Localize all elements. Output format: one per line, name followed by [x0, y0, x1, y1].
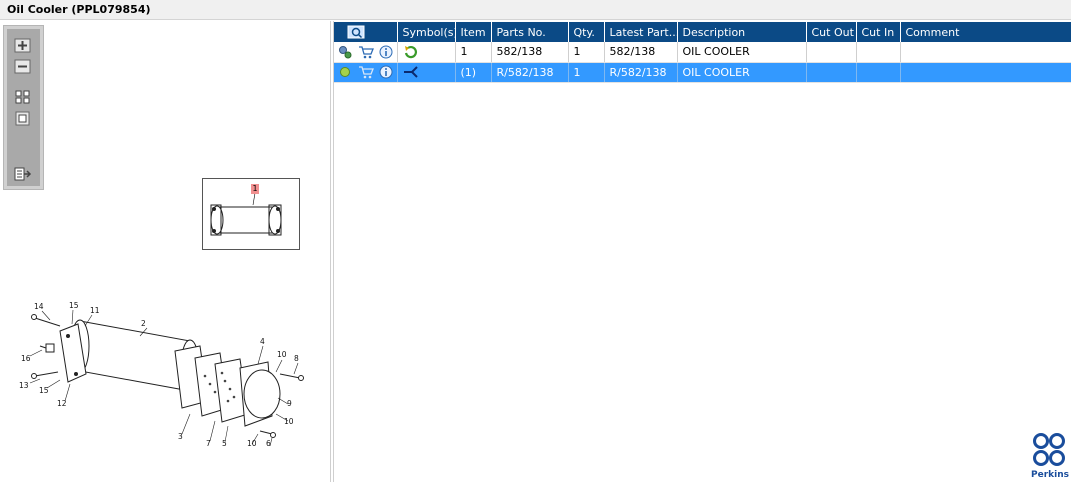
callout-label[interactable]: 10 — [284, 417, 294, 426]
thumbnail-callout[interactable]: 1 — [251, 184, 259, 194]
column-header-cut-in[interactable]: Cut In — [856, 22, 901, 42]
callout-label[interactable]: 8 — [294, 354, 299, 363]
row-cut-in — [856, 62, 901, 83]
column-header-cut-out[interactable]: Cut Out — [806, 22, 857, 42]
export-icon — [14, 167, 32, 181]
callout-label[interactable]: 16 — [21, 354, 31, 363]
row-qty: 1 — [568, 42, 605, 63]
cart-icon[interactable] — [358, 45, 374, 59]
row-comment — [900, 62, 1071, 83]
row-parts-no: R/582/138 — [491, 62, 569, 83]
callout-label[interactable]: 5 — [222, 439, 227, 446]
cart-icon[interactable] — [358, 65, 374, 79]
row-item: (1) — [455, 62, 492, 83]
info-icon[interactable] — [379, 65, 393, 79]
table-row[interactable]: 1 582/138 1 582/138 OIL COOLER — [334, 42, 1071, 63]
view-details-icon — [347, 25, 365, 39]
status-icon[interactable] — [338, 65, 352, 79]
callout-label[interactable]: 15 — [69, 301, 79, 310]
row-qty: 1 — [568, 62, 605, 83]
row-actions — [334, 62, 398, 83]
row-cut-out — [806, 42, 857, 63]
fit-window-icon — [15, 111, 30, 126]
column-header-description[interactable]: Description — [677, 22, 807, 42]
fit-all-button[interactable] — [14, 89, 32, 105]
callout-label[interactable]: 15 — [39, 386, 49, 395]
callout-label[interactable]: 7 — [206, 439, 211, 446]
callout-label[interactable]: 13 — [19, 381, 29, 390]
callout-label[interactable]: 2 — [141, 319, 146, 328]
column-header-view[interactable] — [334, 22, 398, 42]
row-cut-in — [856, 42, 901, 63]
row-actions — [334, 42, 398, 63]
column-header-parts-no[interactable]: Parts No. — [491, 22, 569, 42]
parts-list-pane: Symbol(s) Item Parts No. Qty. Latest Par… — [333, 21, 1071, 482]
replacement-icon — [403, 66, 418, 78]
info-icon[interactable] — [379, 45, 393, 59]
column-header-item[interactable]: Item — [455, 22, 492, 42]
perkins-logo-text: Perkins — [1031, 470, 1069, 480]
callout-label[interactable]: 10 — [247, 439, 257, 446]
zoom-out-icon — [14, 59, 31, 74]
callout-label[interactable]: 14 — [34, 302, 44, 311]
callout-label[interactable]: 11 — [90, 306, 100, 315]
window-title: Oil Cooler (PPL079854) — [7, 3, 151, 16]
callout-label[interactable]: 4 — [260, 337, 265, 346]
callout-label[interactable]: 6 — [266, 439, 271, 446]
row-item: 1 — [455, 42, 492, 63]
column-header-symbols[interactable]: Symbol(s) — [397, 22, 456, 42]
callout-label[interactable]: 12 — [57, 399, 67, 408]
callout-label[interactable]: 9 — [287, 399, 292, 408]
callout-label[interactable]: 3 — [178, 432, 183, 441]
row-symbols — [397, 42, 456, 63]
view-toolbar — [3, 25, 44, 190]
perkins-logo: Perkins — [1031, 432, 1069, 480]
fit-all-icon — [15, 90, 30, 104]
callout-label[interactable]: 10 — [277, 350, 287, 359]
row-latest-part: 582/138 — [604, 42, 678, 63]
row-parts-no: 582/138 — [491, 42, 569, 63]
row-latest-part: R/582/138 — [604, 62, 678, 83]
table-header-row: Symbol(s) Item Parts No. Qty. Latest Par… — [334, 22, 1071, 42]
zoom-in-button[interactable] — [14, 38, 32, 54]
fit-window-button[interactable] — [14, 111, 32, 127]
exploded-parts-diagram[interactable]: 14 15 11 2 4 10 8 16 13 15 12 3 7 5 10 6… — [10, 276, 310, 446]
diagram-pane[interactable]: 1 14 15 11 2 4 10 8 16 13 15 12 3 7 5 10… — [0, 21, 331, 482]
thumbnail-preview[interactable]: 1 — [202, 178, 300, 250]
parts-table: Symbol(s) Item Parts No. Qty. Latest Par… — [334, 22, 1071, 83]
zoom-in-icon — [14, 38, 31, 53]
row-description: OIL COOLER — [677, 62, 807, 83]
column-header-latest-part[interactable]: Latest Part... — [604, 22, 678, 42]
row-comment — [900, 42, 1071, 63]
perkins-logo-icon — [1033, 433, 1065, 466]
title-bar: Oil Cooler (PPL079854) — [0, 0, 1071, 20]
refresh-icon — [404, 45, 417, 58]
column-header-qty[interactable]: Qty. — [568, 22, 605, 42]
row-description: OIL COOLER — [677, 42, 807, 63]
gears-icon[interactable] — [338, 45, 352, 59]
zoom-out-button[interactable] — [14, 59, 32, 75]
export-button[interactable] — [14, 166, 32, 182]
column-header-comment[interactable]: Comment — [900, 22, 1071, 42]
row-symbols — [397, 62, 456, 83]
row-cut-out — [806, 62, 857, 83]
table-row-selected[interactable]: (1) R/582/138 1 R/582/138 OIL COOLER — [334, 62, 1071, 83]
